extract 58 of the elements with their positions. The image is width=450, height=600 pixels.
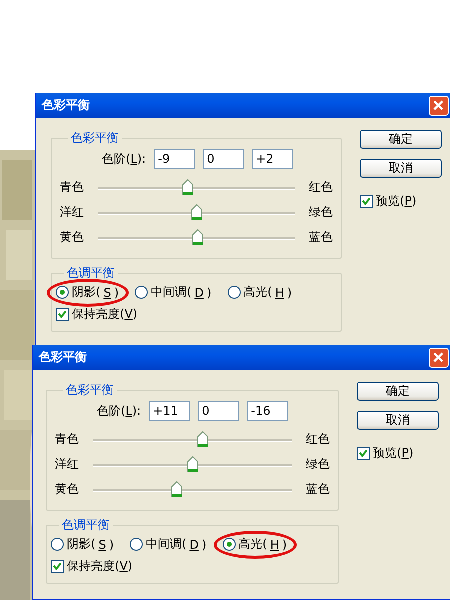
level-field[interactable]: +2 bbox=[252, 149, 294, 169]
checkbox[interactable] bbox=[56, 308, 69, 321]
slider-label: 红色 bbox=[309, 179, 333, 196]
close-icon[interactable] bbox=[429, 348, 449, 368]
slider-label: 绿色 bbox=[309, 204, 333, 221]
slider-label: 蓝色 bbox=[306, 481, 330, 498]
window-title: 色彩平衡 bbox=[42, 97, 90, 114]
dialog-button[interactable]: 取消 bbox=[360, 159, 442, 178]
slider-label: 黄色 bbox=[60, 229, 84, 246]
checkbox-label: 预览(P) bbox=[376, 193, 417, 210]
slider-thumb[interactable] bbox=[186, 456, 198, 473]
slider[interactable] bbox=[93, 431, 292, 448]
slider-label: 黄色 bbox=[55, 481, 79, 498]
checkbox[interactable] bbox=[51, 560, 64, 573]
radio-option[interactable]: 阴影(S) bbox=[56, 284, 119, 301]
slider[interactable] bbox=[98, 179, 295, 196]
checkbox-label: 保持亮度(V) bbox=[67, 558, 133, 575]
group-title: 色调平衡 bbox=[66, 265, 116, 282]
slider-label: 洋红 bbox=[60, 204, 84, 221]
checkbox-label: 保持亮度(V) bbox=[72, 306, 138, 323]
radio-option[interactable]: 中间调(D) bbox=[135, 284, 212, 301]
level-field[interactable]: 0 bbox=[203, 149, 244, 169]
level-field[interactable]: +11 bbox=[149, 401, 190, 421]
group-title: 色彩平衡 bbox=[70, 130, 120, 147]
slider[interactable] bbox=[98, 229, 295, 246]
slider-label: 青色 bbox=[60, 179, 84, 196]
radio-option[interactable]: 高光(H) bbox=[228, 284, 292, 301]
slider-thumb[interactable] bbox=[182, 179, 194, 196]
slider[interactable] bbox=[93, 481, 292, 498]
slider-label: 蓝色 bbox=[309, 229, 333, 246]
window-title: 色彩平衡 bbox=[39, 349, 87, 366]
dialog-button[interactable]: 取消 bbox=[357, 411, 439, 430]
slider-thumb[interactable] bbox=[170, 481, 183, 498]
slider[interactable] bbox=[93, 456, 292, 473]
radio-option[interactable]: 阴影(S) bbox=[51, 536, 114, 553]
slider-label: 绿色 bbox=[306, 456, 330, 473]
slider-label: 洋红 bbox=[55, 456, 79, 473]
levels-label: 色阶(L): bbox=[102, 150, 146, 168]
slider[interactable] bbox=[98, 204, 295, 221]
checkbox-label: 预览(P) bbox=[373, 445, 414, 462]
slider-label: 青色 bbox=[55, 431, 79, 448]
levels-label: 色阶(L): bbox=[97, 402, 142, 420]
slider-label: 红色 bbox=[306, 431, 330, 448]
checkbox[interactable] bbox=[360, 195, 373, 208]
slider-thumb[interactable] bbox=[190, 204, 202, 221]
checkbox[interactable] bbox=[357, 447, 370, 460]
radio-option[interactable]: 高光(H) bbox=[222, 536, 288, 553]
dialog-button[interactable]: 确定 bbox=[360, 130, 442, 149]
level-field[interactable]: -9 bbox=[154, 149, 196, 169]
level-field[interactable]: -16 bbox=[247, 401, 288, 421]
radio-option[interactable]: 中间调(D) bbox=[130, 536, 207, 553]
close-icon[interactable] bbox=[429, 96, 449, 116]
level-field[interactable]: 0 bbox=[198, 401, 240, 421]
group-title: 色彩平衡 bbox=[65, 382, 115, 399]
dialog-button[interactable]: 确定 bbox=[357, 382, 439, 401]
slider-thumb[interactable] bbox=[197, 431, 210, 448]
slider-thumb[interactable] bbox=[192, 229, 204, 246]
group-title: 色调平衡 bbox=[61, 517, 111, 534]
